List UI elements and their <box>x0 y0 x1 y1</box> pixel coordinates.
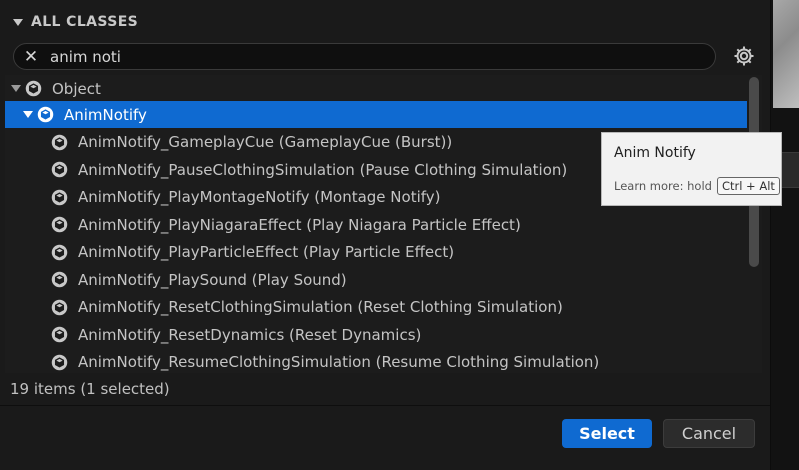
tree-node-label: AnimNotify_PlayParticleEffect (Play Part… <box>78 243 455 261</box>
tooltip-title: Anim Notify <box>614 145 696 161</box>
tree-node[interactable]: AnimNotify_PlayNiagaraEffect (Play Niaga… <box>5 211 747 238</box>
divider <box>0 405 770 406</box>
viewport-thumbnail <box>773 0 799 108</box>
tooltip-hint-text: Learn more: hold <box>614 179 712 193</box>
tree-node-label: AnimNotify_PlayMontageNotify (Montage No… <box>78 188 441 206</box>
tooltip-hint: Learn more: hold Ctrl + Alt <box>614 177 780 195</box>
tree-node-label: AnimNotify_PauseClothingSimulation (Paus… <box>78 160 568 179</box>
all-classes-header[interactable]: ALL CLASSES <box>0 8 770 36</box>
class-cube-icon <box>51 354 68 370</box>
select-button[interactable]: Select <box>562 419 652 448</box>
tree-node[interactable]: AnimNotify_PlayParticleEffect (Play Part… <box>5 239 747 266</box>
tooltip: Anim Notify Learn more: hold Ctrl + Alt <box>601 132 782 206</box>
tree-node-label: AnimNotify_ResumeClothingSimulation (Res… <box>78 353 600 371</box>
tree-node[interactable]: AnimNotify_ResetDynamics (Reset Dynamics… <box>5 321 747 348</box>
tree-node-label: AnimNotify <box>64 105 147 124</box>
class-cube-icon <box>51 326 68 343</box>
collapse-triangle-icon[interactable] <box>13 18 23 26</box>
tree-node-label: AnimNotify_PlaySound (Play Sound) <box>78 270 347 289</box>
tree-node[interactable]: AnimNotify_ResumeClothingSimulation (Res… <box>5 349 747 374</box>
search-field[interactable]: ✕ <box>13 43 716 70</box>
expand-arrow-icon[interactable] <box>11 85 21 92</box>
class-cube-icon <box>51 299 68 315</box>
tree-node-label: AnimNotify_GameplayCue (GameplayCue (Bur… <box>78 133 453 151</box>
tree-node-label: AnimNotify_ResetDynamics (Reset Dynamics… <box>78 325 422 344</box>
tree-node-label: AnimNotify_PlayNiagaraEffect (Play Niaga… <box>78 215 521 234</box>
expand-arrow-icon[interactable] <box>23 111 33 118</box>
class-cube-icon <box>51 216 68 233</box>
status-text: 19 items (1 selected) <box>10 380 170 398</box>
tree-node-label: Object <box>52 79 101 98</box>
class-cube-icon <box>51 271 68 288</box>
class-picker-dialog: ALL CLASSES ✕ Object <box>0 0 770 470</box>
background-editor-panel <box>770 0 799 470</box>
class-tree[interactable]: Object AnimNotify AnimNotify_GameplayCue… <box>5 75 762 373</box>
class-cube-icon <box>37 106 54 123</box>
class-cube-icon <box>51 161 68 178</box>
class-cube-icon <box>51 244 68 260</box>
section-title: ALL CLASSES <box>31 14 139 30</box>
class-cube-icon <box>51 134 68 150</box>
tree-node[interactable]: AnimNotify_PlaySound (Play Sound) <box>5 266 747 293</box>
tree-node-label: AnimNotify_ResetClothingSimulation (Rese… <box>78 298 563 316</box>
close-icon[interactable]: ✕ <box>24 48 38 65</box>
cancel-button[interactable]: Cancel <box>663 419 755 448</box>
class-cube-icon <box>51 189 68 205</box>
class-cube-icon <box>25 80 42 97</box>
shortcut-key: Ctrl + Alt <box>716 177 780 195</box>
search-input[interactable] <box>48 46 672 67</box>
tree-node-object[interactable]: Object <box>5 75 747 102</box>
gear-icon[interactable] <box>732 44 756 68</box>
tree-node-animnotify[interactable]: AnimNotify <box>5 101 747 128</box>
tree-node[interactable]: AnimNotify_ResetClothingSimulation (Rese… <box>5 294 747 321</box>
